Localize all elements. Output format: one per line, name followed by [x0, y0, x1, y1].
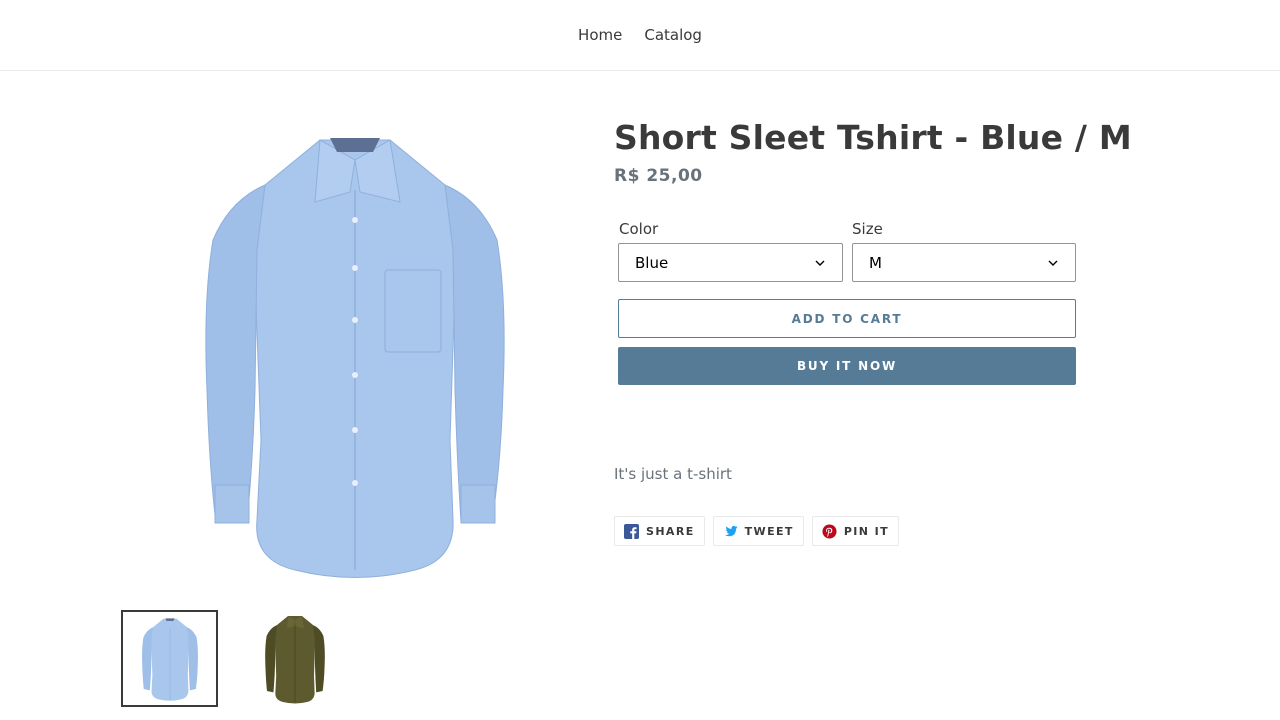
thumbnail-olive-shirt[interactable]	[246, 610, 343, 707]
chevron-down-icon	[1048, 260, 1058, 266]
size-select[interactable]: M	[852, 243, 1076, 282]
main-nav: Home Catalog	[0, 26, 1280, 44]
share-facebook-button[interactable]: SHARE	[614, 516, 705, 546]
blue-shirt-thumbnail-image	[141, 617, 198, 701]
product-description: It's just a t-shirt	[614, 465, 732, 483]
product-main-image[interactable]	[195, 130, 515, 580]
share-facebook-label: SHARE	[646, 524, 695, 538]
nav-catalog-link[interactable]: Catalog	[644, 26, 702, 44]
product-title: Short Sleet Tshirt - Blue / M	[614, 118, 1132, 157]
site-header: Home Catalog	[0, 0, 1280, 71]
color-select-value: Blue	[635, 253, 669, 272]
olive-shirt-thumbnail-image	[264, 615, 325, 703]
twitter-icon	[724, 525, 738, 536]
share-twitter-button[interactable]: TWEET	[712, 516, 804, 546]
chevron-down-icon	[815, 260, 825, 266]
blue-shirt-illustration	[205, 138, 505, 578]
share-pinterest-button[interactable]: PIN IT	[811, 516, 899, 546]
nav-home-link[interactable]: Home	[578, 26, 622, 44]
product-price: R$ 25,00	[614, 166, 703, 186]
thumbnail-blue-shirt[interactable]	[121, 610, 218, 707]
color-option-label: Color	[619, 220, 659, 238]
buy-it-now-button[interactable]: BUY IT NOW	[618, 347, 1076, 385]
facebook-icon	[624, 523, 639, 539]
share-pinterest-label: PIN IT	[843, 524, 889, 538]
social-share-row: SHARE TWEET PIN IT	[614, 516, 899, 546]
size-select-value: M	[869, 253, 882, 272]
color-select[interactable]: Blue	[618, 243, 843, 282]
share-twitter-label: TWEET	[744, 524, 794, 538]
pinterest-icon	[822, 523, 837, 539]
add-to-cart-button[interactable]: ADD TO CART	[618, 299, 1076, 338]
size-option-label: Size	[852, 220, 883, 238]
